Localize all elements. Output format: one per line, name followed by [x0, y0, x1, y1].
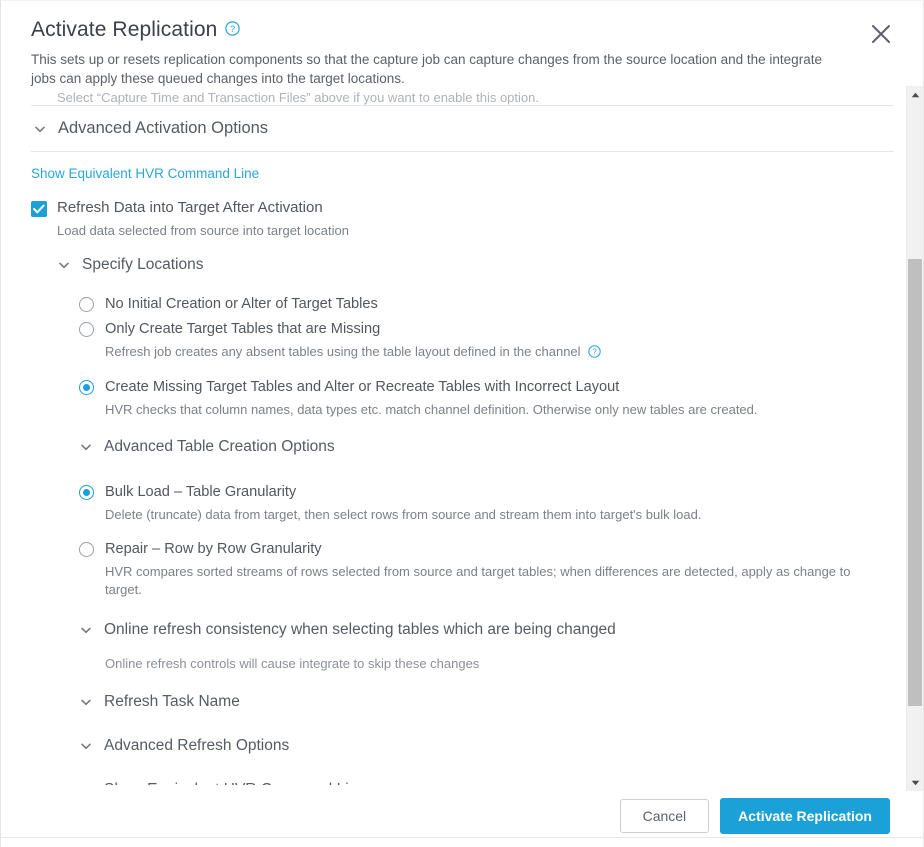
chevron-down-icon — [33, 122, 47, 136]
radio-row-create-missing-and-alter[interactable]: Create Missing Target Tables and Alter o… — [79, 377, 894, 397]
radio-label: Only Create Target Tables that are Missi… — [105, 321, 381, 337]
radio-row-no-initial-creation[interactable]: No Initial Creation or Alter of Target T… — [79, 294, 894, 314]
radio-row-only-create-missing[interactable]: Only Create Target Tables that are Missi… — [79, 319, 894, 339]
triangle-up-icon[interactable] — [907, 86, 923, 103]
cancel-button[interactable]: Cancel — [619, 799, 710, 833]
section-advanced-activation-options[interactable]: Advanced Activation Options — [31, 106, 894, 151]
refresh-data-checkbox-row[interactable]: Refresh Data into Target After Activatio… — [31, 198, 894, 240]
radio-label: Create Missing Target Tables and Alter o… — [105, 379, 620, 395]
dialog-header: Activate Replication ? This sets up or r… — [1, 1, 924, 107]
radio-row-bulk-load[interactable]: Bulk Load – Table Granularity — [79, 482, 894, 502]
creation-options-group: No Initial Creation or Alter of Target T… — [79, 294, 894, 785]
chevron-down-icon — [57, 258, 71, 272]
chevron-down-icon — [79, 623, 93, 637]
section-label: Advanced Refresh Options — [104, 737, 290, 754]
show-equivalent-hvr-command-line-link[interactable]: Show Equivalent HVR Command Line — [31, 166, 259, 181]
radio-bulk-load[interactable] — [79, 485, 94, 500]
footer-divider — [1, 837, 924, 838]
section-label: Online refresh consistency when selectin… — [104, 621, 616, 638]
question-circle-icon[interactable]: ? — [225, 21, 241, 36]
scrollbar-thumb[interactable] — [908, 259, 922, 706]
refresh-options-group: Specify Locations No Initial Creation or… — [57, 240, 894, 785]
check-icon — [33, 204, 45, 214]
radio-create-missing-and-alter[interactable] — [79, 380, 94, 395]
online-refresh-note: Online refresh controls will cause integ… — [105, 656, 480, 671]
radio-label: Repair – Row by Row Granularity — [105, 541, 322, 557]
chevron-down-icon — [79, 440, 93, 454]
radio-label: Bulk Load – Table Granularity — [105, 484, 297, 500]
radio-row-repair[interactable]: Repair – Row by Row Granularity — [79, 539, 894, 559]
title-row: Activate Replication ? — [31, 17, 894, 43]
section-show-equivalent-hvr-command-line[interactable]: Show Equivalent HVR Command Line — [79, 759, 894, 785]
radio-description-only-create-missing: Refresh job creates any absent tables us… — [105, 343, 885, 361]
section-online-refresh-consistency[interactable]: Online refresh consistency when selectin… — [79, 599, 894, 643]
section-advanced-refresh-options[interactable]: Advanced Refresh Options — [79, 715, 894, 759]
dialog-body: Advanced Activation Options Show Equival… — [1, 105, 924, 785]
refresh-data-checkbox-label: Refresh Data into Target After Activatio… — [57, 199, 323, 216]
radio-label: No Initial Creation or Alter of Target T… — [105, 296, 378, 312]
chevron-down-icon — [79, 739, 93, 753]
radio-description-bulk-load: Delete (truncate) data from target, then… — [105, 507, 702, 522]
close-icon[interactable] — [868, 21, 894, 47]
radio-no-initial-creation[interactable] — [79, 297, 94, 312]
svg-text:?: ? — [230, 24, 235, 34]
triangle-down-icon[interactable] — [907, 774, 923, 791]
refresh-data-checkbox-description: Load data selected from source into targ… — [57, 223, 349, 238]
dialog-description: This sets up or resets replication compo… — [31, 52, 822, 86]
section-specify-locations[interactable]: Specify Locations — [57, 240, 894, 283]
radio-repair[interactable] — [79, 542, 94, 557]
dialog-footer: Cancel Activate Replication — [1, 785, 924, 847]
section-label: Advanced Table Creation Options — [104, 438, 335, 455]
section-label: Specify Locations — [82, 256, 204, 273]
question-circle-icon[interactable]: ? — [588, 345, 601, 358]
section-refresh-task-name[interactable]: Refresh Task Name — [79, 673, 894, 715]
radio-description-create-missing-and-alter: HVR checks that column names, data types… — [105, 402, 758, 417]
vertical-scrollbar[interactable] — [906, 86, 923, 791]
section-label: Advanced Activation Options — [58, 119, 269, 137]
page-title: Activate Replication — [31, 18, 218, 41]
section-label: Refresh Task Name — [104, 693, 240, 710]
activate-replication-button[interactable]: Activate Replication — [720, 798, 890, 834]
radio-only-create-missing[interactable] — [79, 322, 94, 337]
activate-replication-dialog: Activate Replication ? This sets up or r… — [0, 0, 924, 847]
radio-description-repair: HVR compares sorted streams of rows sele… — [105, 564, 851, 597]
refresh-data-checkbox[interactable] — [31, 201, 47, 217]
svg-text:?: ? — [593, 348, 598, 357]
section-advanced-table-creation-options[interactable]: Advanced Table Creation Options — [79, 419, 894, 463]
chevron-down-icon — [79, 695, 93, 709]
